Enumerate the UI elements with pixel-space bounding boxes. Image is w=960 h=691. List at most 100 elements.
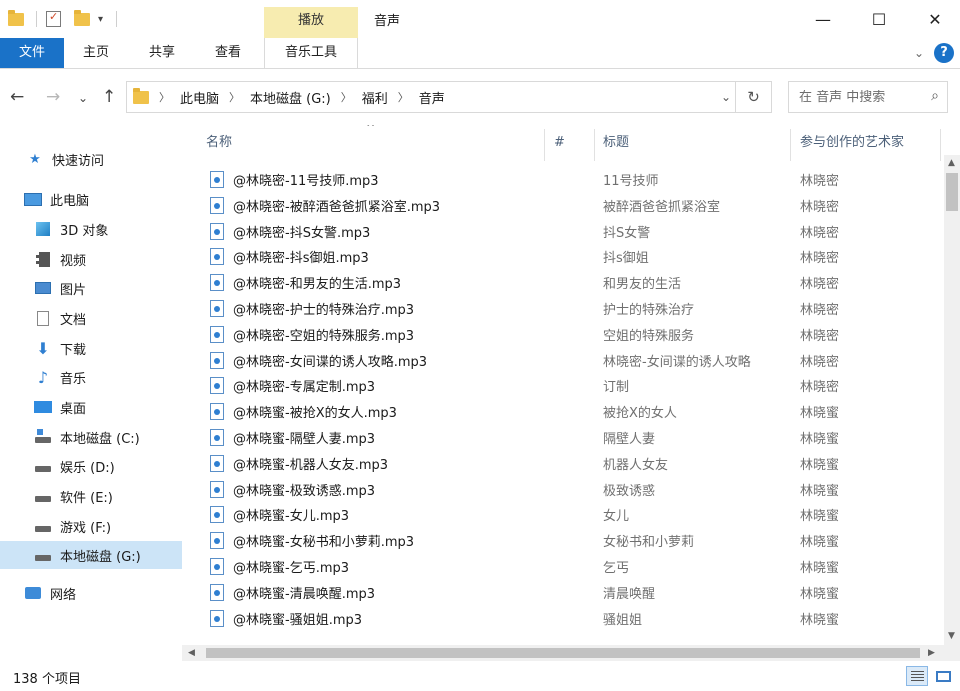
file-name[interactable]: @林晓密-女间谍的诱人攻略.mp3 (233, 351, 427, 370)
breadcrumb-separator-icon[interactable]: 〉 (341, 89, 352, 105)
column-header-artist[interactable]: 参与创作的艺术家 (790, 125, 944, 161)
file-name[interactable]: @林晓蜜-机器人女友.mp3 (233, 454, 388, 473)
up-button[interactable]: ↑ (102, 87, 116, 107)
nav-item-videos[interactable]: 视频 (0, 245, 182, 273)
large-icons-view-button[interactable] (932, 666, 954, 686)
file-row[interactable]: @林晓蜜-骚姐姐.mp3 骚姐姐 林晓蜜 (202, 605, 944, 631)
file-name[interactable]: @林晓密-被醉酒爸爸抓紧浴室.mp3 (233, 196, 440, 215)
address-bar[interactable]: 〉 此电脑 〉 本地磁盘 (G:) 〉 福利 〉 音声 ⌄ ↻ (126, 81, 772, 113)
file-name[interactable]: @林晓蜜-隔壁人妻.mp3 (233, 428, 375, 447)
customize-toolbar-icon[interactable]: ▾ (98, 14, 103, 25)
file-row[interactable]: @林晓密-抖S女警.mp3 抖S女警 林晓密 (202, 218, 944, 244)
breadcrumb-separator-icon[interactable]: 〉 (398, 89, 409, 105)
nav-item-drive-d[interactable]: 娱乐 (D:) (0, 452, 182, 480)
file-row[interactable]: @林晓密-和男友的生活.mp3 和男友的生活 林晓密 (202, 269, 944, 295)
search-box[interactable]: ⌕ (788, 81, 948, 113)
nav-item-pictures[interactable]: 图片 (0, 274, 182, 302)
tab-file[interactable]: 文件 (0, 38, 64, 68)
nav-item-drive-c[interactable]: 本地磁盘 (C:) (0, 423, 182, 451)
file-row[interactable]: @林晓蜜-女秘书和小萝莉.mp3 女秘书和小萝莉 林晓蜜 (202, 527, 944, 553)
horizontal-scrollbar[interactable]: ◀ ▶ (182, 645, 944, 661)
file-name[interactable]: @林晓蜜-被抢X的女人.mp3 (233, 402, 397, 421)
search-icon[interactable]: ⌕ (931, 88, 939, 104)
file-name[interactable]: @林晓蜜-女儿.mp3 (233, 505, 349, 524)
file-row[interactable]: @林晓蜜-乞丐.mp3 乞丐 林晓蜜 (202, 553, 944, 579)
expand-ribbon-icon[interactable]: ⌄ (914, 46, 924, 60)
nav-item-drive-f[interactable]: 游戏 (F:) (0, 512, 182, 540)
nav-item-desktop[interactable]: 桌面 (0, 393, 182, 421)
address-history-dropdown[interactable]: ⌄ (721, 90, 731, 104)
file-name[interactable]: @林晓密-抖s御姐.mp3 (233, 247, 369, 266)
file-row[interactable]: @林晓蜜-被抢X的女人.mp3 被抢X的女人 林晓蜜 (202, 398, 944, 424)
nav-item-drive-g[interactable]: 本地磁盘 (G:) (0, 541, 182, 569)
file-row[interactable]: @林晓蜜-极致诱惑.mp3 极致诱惑 林晓蜜 (202, 476, 944, 502)
scroll-right-icon[interactable]: ▶ (928, 648, 935, 658)
breadcrumb-separator-icon[interactable]: 〉 (159, 89, 170, 105)
file-name[interactable]: @林晓蜜-骚姐姐.mp3 (233, 609, 362, 628)
column-divider[interactable] (940, 129, 941, 161)
minimize-button[interactable]: — (800, 0, 846, 38)
tab-view[interactable]: 查看 (202, 38, 254, 68)
column-header-name[interactable]: 名称 (196, 125, 544, 161)
scroll-left-icon[interactable]: ◀ (188, 648, 195, 658)
recent-locations-button[interactable]: ⌄ (78, 91, 88, 105)
file-row[interactable]: @林晓蜜-清晨唤醒.mp3 清晨唤醒 林晓蜜 (202, 579, 944, 605)
file-name[interactable]: @林晓蜜-女秘书和小萝莉.mp3 (233, 531, 414, 550)
file-name[interactable]: @林晓蜜-乞丐.mp3 (233, 557, 349, 576)
properties-icon[interactable] (46, 10, 61, 27)
file-row[interactable]: @林晓蜜-隔壁人妻.mp3 隔壁人妻 林晓蜜 (202, 424, 944, 450)
close-button[interactable]: ✕ (912, 0, 958, 38)
scroll-up-icon[interactable]: ▲ (948, 158, 955, 168)
audio-file-icon (210, 352, 224, 369)
breadcrumb-drive-g[interactable]: 本地磁盘 (G:) (250, 88, 331, 107)
file-row[interactable]: @林晓蜜-机器人女友.mp3 机器人女友 林晓蜜 (202, 450, 944, 476)
nav-item-3d-objects[interactable]: 3D 对象 (0, 215, 182, 243)
file-name[interactable]: @林晓密-抖S女警.mp3 (233, 222, 370, 241)
breadcrumb-separator-icon[interactable]: 〉 (229, 89, 240, 105)
back-button[interactable]: ← (10, 87, 24, 107)
file-row[interactable]: @林晓密-专属定制.mp3 订制 林晓密 (202, 372, 944, 398)
nav-item-label: 视频 (60, 253, 87, 269)
scroll-down-icon[interactable]: ▼ (948, 631, 955, 641)
vertical-scroll-thumb[interactable] (946, 173, 958, 211)
refresh-button[interactable]: ↻ (735, 82, 771, 112)
nav-item-quick-access[interactable]: ★ 快速访问 (0, 145, 182, 173)
file-row[interactable]: @林晓密-11号技师.mp3 11号技师 林晓密 (202, 166, 944, 192)
horizontal-scroll-thumb[interactable] (206, 648, 920, 658)
tab-music-tools[interactable]: 音乐工具 (264, 38, 358, 68)
breadcrumb-audio[interactable]: 音声 (419, 88, 445, 107)
file-name[interactable]: @林晓密-空姐的特殊服务.mp3 (233, 325, 414, 344)
file-row[interactable]: @林晓密-空姐的特殊服务.mp3 空姐的特殊服务 林晓密 (202, 321, 944, 347)
file-name[interactable]: @林晓密-和男友的生活.mp3 (233, 273, 401, 292)
file-row[interactable]: @林晓密-女间谍的诱人攻略.mp3 林晓密-女间谍的诱人攻略 林晓密 (202, 347, 944, 373)
tab-home[interactable]: 主页 (70, 38, 122, 68)
maximize-button[interactable]: ☐ (856, 0, 902, 38)
help-button[interactable]: ? (934, 43, 954, 63)
nav-item-downloads[interactable]: ⬇ 下载 (0, 334, 182, 362)
nav-item-this-pc[interactable]: 此电脑 (0, 185, 182, 213)
file-row[interactable]: @林晓密-被醉酒爸爸抓紧浴室.mp3 被醉酒爸爸抓紧浴室 林晓密 (202, 192, 944, 218)
file-name[interactable]: @林晓密-专属定制.mp3 (233, 376, 375, 395)
column-header-title[interactable]: 标题 (593, 125, 790, 161)
nav-item-network[interactable]: 网络 (0, 579, 182, 607)
search-input[interactable] (799, 89, 917, 105)
new-folder-icon[interactable] (74, 9, 90, 26)
file-name[interactable]: @林晓蜜-极致诱惑.mp3 (233, 480, 375, 499)
column-header-number[interactable]: # (544, 125, 594, 161)
file-name[interactable]: @林晓密-11号技师.mp3 (233, 170, 379, 189)
nav-item-drive-e[interactable]: 软件 (E:) (0, 482, 182, 510)
audio-file-icon (210, 223, 224, 240)
file-name[interactable]: @林晓密-护士的特殊治疗.mp3 (233, 299, 414, 318)
forward-button[interactable]: → (46, 87, 60, 107)
file-row[interactable]: @林晓蜜-女儿.mp3 女儿 林晓蜜 (202, 501, 944, 527)
tab-share[interactable]: 共享 (136, 38, 188, 68)
nav-item-documents[interactable]: 文档 (0, 304, 182, 332)
file-row[interactable]: @林晓密-抖s御姐.mp3 抖s御姐 林晓密 (202, 243, 944, 269)
file-name[interactable]: @林晓蜜-清晨唤醒.mp3 (233, 583, 375, 602)
details-view-button[interactable] (906, 666, 928, 686)
vertical-scrollbar[interactable]: ▲ ▼ (944, 155, 960, 645)
file-row[interactable]: @林晓密-护士的特殊治疗.mp3 护士的特殊治疗 林晓密 (202, 295, 944, 321)
nav-item-music[interactable]: ♪ 音乐 (0, 363, 182, 391)
breadcrumb-this-pc[interactable]: 此电脑 (180, 88, 219, 107)
breadcrumb-fuli[interactable]: 福利 (362, 88, 388, 107)
